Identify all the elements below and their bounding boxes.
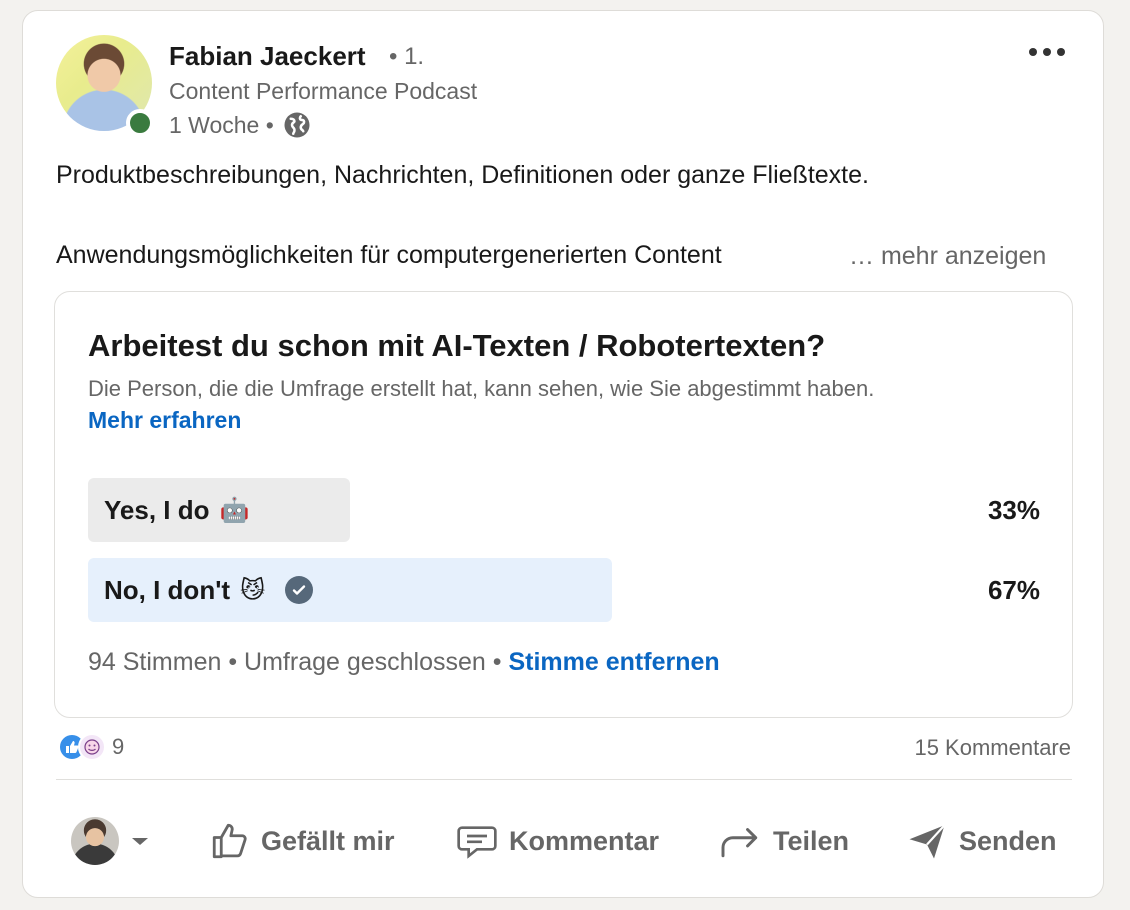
- more-dot-icon: [1029, 48, 1037, 56]
- poll-footer: 94 Stimmen • Umfrage geschlossen • Stimm…: [88, 648, 720, 677]
- cat-emoji-icon: 😼: [240, 576, 266, 604]
- reactions-summary[interactable]: 9: [58, 733, 124, 761]
- author-avatar-wrap[interactable]: [56, 35, 154, 137]
- post-meta: 1 Woche •: [169, 110, 312, 140]
- post-body-line-1: Produktbeschreibungen, Nachrichten, Defi…: [56, 161, 869, 189]
- share-label: Teilen: [773, 825, 850, 856]
- remove-vote-link[interactable]: Stimme entfernen: [508, 648, 719, 676]
- poll-option-label: No, I don't: [104, 574, 231, 605]
- checkmark-icon: [285, 576, 314, 604]
- thumbs-up-icon: [212, 823, 247, 859]
- poll-option-label: Yes, I do: [104, 494, 210, 525]
- comments-count-link[interactable]: 15 Kommentare: [914, 735, 1071, 761]
- share-arrow-icon: [721, 828, 758, 858]
- poll-option[interactable]: Yes, I do 🤖 33%: [88, 478, 1040, 542]
- current-user-avatar: [71, 817, 119, 865]
- funny-reaction-icon: [78, 733, 106, 761]
- action-bar: Gefällt mir Kommentar Teilen Senden: [23, 801, 1105, 881]
- comment-button[interactable]: Kommentar: [455, 801, 659, 881]
- chevron-down-icon: [132, 838, 148, 845]
- poll-option-selected[interactable]: No, I don't 😼 67%: [88, 558, 1040, 622]
- poll-option-percent: 67%: [987, 574, 1040, 605]
- more-options-button[interactable]: [1019, 37, 1075, 67]
- like-button[interactable]: Gefällt mir: [209, 801, 395, 881]
- poll-option-percent: 33%: [987, 494, 1040, 525]
- more-dot-icon: [1043, 48, 1051, 56]
- post-card: Fabian Jaeckert • 1. Content Performance…: [22, 10, 1104, 898]
- poll-option-label-wrap: No, I don't 😼: [104, 558, 314, 622]
- actor-switcher-button[interactable]: [71, 801, 151, 881]
- connection-degree: • 1.: [389, 43, 425, 70]
- more-dot-icon: [1057, 48, 1065, 56]
- robot-emoji-icon: 🤖: [219, 496, 250, 524]
- globe-icon: [282, 110, 312, 140]
- send-button[interactable]: Senden: [905, 801, 1057, 881]
- comment-icon: [457, 826, 497, 859]
- post-body-line-2: Anwendungsmöglichkeiten für computergene…: [56, 241, 722, 269]
- see-more-link[interactable]: … mehr anzeigen: [849, 242, 1046, 271]
- poll-card: Arbeitest du schon mit AI-Texten / Robot…: [54, 291, 1073, 718]
- divider: [56, 779, 1072, 780]
- author-subtitle: Content Performance Podcast: [169, 78, 478, 104]
- reaction-count: 9: [112, 734, 125, 759]
- post-time: 1 Woche •: [169, 111, 274, 138]
- online-status-indicator: [126, 109, 154, 137]
- author-name[interactable]: Fabian Jaeckert: [169, 41, 366, 72]
- send-icon: [909, 824, 946, 859]
- learn-more-link[interactable]: Mehr erfahren: [88, 407, 241, 434]
- send-label: Senden: [959, 825, 1057, 856]
- poll-votes: 94 Stimmen: [88, 648, 222, 676]
- like-label: Gefällt mir: [261, 825, 395, 856]
- poll-option-label-wrap: Yes, I do 🤖: [104, 478, 249, 542]
- poll-status: • Umfrage geschlossen •: [228, 648, 502, 676]
- poll-question: Arbeitest du schon mit AI-Texten / Robot…: [88, 328, 826, 363]
- share-button[interactable]: Teilen: [719, 801, 849, 881]
- comment-label: Kommentar: [509, 825, 660, 856]
- poll-visibility-note: Die Person, die die Umfrage erstellt hat…: [88, 376, 875, 401]
